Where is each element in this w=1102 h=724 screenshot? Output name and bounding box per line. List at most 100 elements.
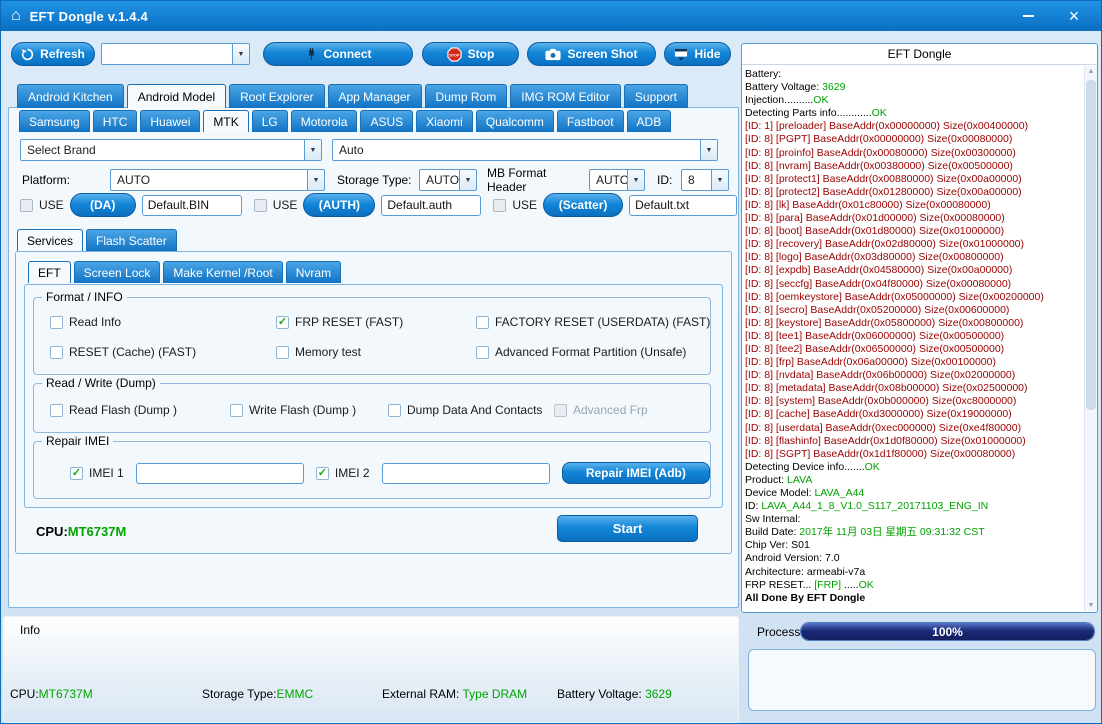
checkbox-item-write-flash-dump[interactable]: Write Flash (Dump ) [230, 403, 388, 417]
checkbox-read-info[interactable] [50, 316, 63, 329]
mb-format-header-select[interactable]: AUTO ▼ [589, 169, 645, 191]
close-button[interactable]: × [1065, 7, 1083, 25]
checkbox-label: FRP RESET (FAST) [295, 315, 403, 329]
mb-format-header-select-value: AUTO [590, 170, 627, 190]
tab-motorola[interactable]: Motorola [291, 110, 358, 132]
imei2-input[interactable] [382, 463, 550, 484]
model-select[interactable]: Auto ▼ [332, 139, 718, 161]
checkbox-memory-test[interactable] [276, 346, 289, 359]
platform-select[interactable]: AUTO ▼ [110, 169, 325, 191]
checkbox-item-read-info[interactable]: Read Info [50, 315, 276, 329]
checkbox-item-frp-reset-fast[interactable]: ✓ FRP RESET (FAST) [276, 315, 476, 329]
use-da-checkbox[interactable] [20, 199, 33, 212]
checkbox-frp-reset-fast[interactable]: ✓ [276, 316, 289, 329]
chevron-down-icon[interactable]: ▼ [459, 170, 476, 190]
tab-lg[interactable]: LG [252, 110, 288, 132]
chevron-down-icon[interactable]: ▼ [307, 170, 324, 190]
tab-android-model[interactable]: Android Model [127, 84, 226, 108]
scatter-file-input[interactable] [629, 195, 737, 216]
auth-file-input[interactable] [381, 195, 481, 216]
tab-flash-scatter[interactable]: Flash Scatter [86, 229, 177, 251]
use-da-checkbox-cell[interactable]: USE [20, 198, 64, 212]
tab-asus[interactable]: ASUS [360, 110, 413, 132]
da-file-input[interactable] [142, 195, 242, 216]
log-scrollbar[interactable]: ▲ ▼ [1084, 66, 1097, 611]
tab-dump-rom[interactable]: Dump Rom [425, 84, 508, 108]
checkbox-item-dump-data-and-contacts[interactable]: Dump Data And Contacts [388, 403, 554, 417]
device-combo[interactable]: ▼ [101, 43, 250, 65]
tab-app-manager[interactable]: App Manager [328, 84, 422, 108]
scrollbar-thumb[interactable] [1086, 80, 1096, 410]
tab-nvram[interactable]: Nvram [286, 261, 341, 283]
stop-button[interactable]: STOP Stop [422, 42, 519, 66]
checkbox-dump-data-and-contacts[interactable] [388, 404, 401, 417]
hide-button[interactable]: Hide [664, 42, 731, 66]
tab-img-rom-editor[interactable]: IMG ROM Editor [510, 84, 621, 108]
checkbox-read-flash-dump[interactable] [50, 404, 63, 417]
minimize-button[interactable] [1019, 7, 1037, 25]
tab-fastboot[interactable]: Fastboot [557, 110, 624, 132]
tab-qualcomm[interactable]: Qualcomm [476, 110, 554, 132]
checkbox-item-read-flash-dump[interactable]: Read Flash (Dump ) [50, 403, 230, 417]
chevron-down-icon[interactable]: ▼ [304, 140, 321, 160]
refresh-button[interactable]: Refresh [11, 42, 95, 66]
tab-mtk[interactable]: MTK [203, 110, 248, 132]
log-line: [ID: 8] [nvdata] BaseAddr(0x06b00000) Si… [745, 369, 1084, 382]
svg-text:STOP: STOP [449, 53, 460, 57]
brand-select[interactable]: Select Brand ▼ [20, 139, 322, 161]
chevron-down-icon[interactable]: ▼ [627, 170, 644, 190]
use-auth-checkbox[interactable] [254, 199, 267, 212]
id-select[interactable]: 8 ▼ [681, 169, 729, 191]
connect-button[interactable]: Connect [263, 42, 413, 66]
imei2-checkbox[interactable]: ✓ [316, 467, 329, 480]
tab-huawei[interactable]: Huawei [140, 110, 200, 132]
checkbox-item-advanced-frp[interactable]: Advanced Frp [554, 403, 710, 417]
checkbox-item-memory-test[interactable]: Memory test [276, 345, 476, 359]
tab-make-kernel-root[interactable]: Make Kernel /Root [163, 261, 282, 283]
tab-xiaomi[interactable]: Xiaomi [416, 110, 473, 132]
imei1-checkbox-cell[interactable]: ✓ IMEI 1 [70, 466, 124, 480]
storage-type-select[interactable]: AUTO ▼ [419, 169, 477, 191]
tab-root-explorer[interactable]: Root Explorer [229, 84, 324, 108]
scatter-button[interactable]: (Scatter) [543, 193, 623, 217]
use-auth-checkbox-cell[interactable]: USE [254, 198, 298, 212]
info-ram: External RAM: Type DRAM [382, 687, 527, 701]
chevron-down-icon[interactable]: ▼ [232, 44, 249, 64]
tab-eft[interactable]: EFT [28, 261, 71, 283]
checkbox-item-reset-cache-fast[interactable]: RESET (Cache) (FAST) [50, 345, 276, 359]
plug-icon [305, 47, 318, 61]
tab-samsung[interactable]: Samsung [19, 110, 90, 132]
info-storage: Storage Type:EMMC [202, 687, 313, 701]
tab-support[interactable]: Support [624, 84, 688, 108]
checkbox-advanced-format-partition-unsafe[interactable] [476, 346, 489, 359]
brand-model-row: Select Brand ▼ Auto ▼ [20, 139, 718, 161]
log-line: Detecting Device info.......OK [745, 461, 1084, 474]
tab-htc[interactable]: HTC [93, 110, 138, 132]
screenshot-button[interactable]: Screen Shot [527, 42, 656, 66]
tab-screen-lock[interactable]: Screen Lock [74, 261, 161, 283]
checkbox-advanced-frp[interactable] [554, 404, 567, 417]
scroll-up-icon[interactable]: ▲ [1085, 68, 1097, 75]
imei2-label: IMEI 2 [335, 466, 370, 480]
da-button[interactable]: (DA) [70, 193, 136, 217]
chevron-down-icon[interactable]: ▼ [711, 170, 728, 190]
checkbox-write-flash-dump[interactable] [230, 404, 243, 417]
repair-imei-adb-button[interactable]: Repair IMEI (Adb) [562, 462, 710, 484]
checkbox-reset-cache-fast[interactable] [50, 346, 63, 359]
use-scatter-checkbox[interactable] [493, 199, 506, 212]
auth-button[interactable]: (AUTH) [303, 193, 375, 217]
use-scatter-checkbox-cell[interactable]: USE [493, 198, 537, 212]
start-button[interactable]: Start [557, 515, 698, 542]
stop-sign-icon: STOP [447, 47, 462, 62]
tab-android-kitchen[interactable]: Android Kitchen [17, 84, 124, 108]
checkbox-item-advanced-format-partition-unsafe[interactable]: Advanced Format Partition (Unsafe) [476, 345, 710, 359]
checkbox-item-factory-reset-userdata-fast[interactable]: FACTORY RESET (USERDATA) (FAST) [476, 315, 710, 329]
checkbox-factory-reset-userdata-fast[interactable] [476, 316, 489, 329]
scroll-down-icon[interactable]: ▼ [1085, 602, 1097, 609]
imei1-checkbox[interactable]: ✓ [70, 467, 83, 480]
imei2-checkbox-cell[interactable]: ✓ IMEI 2 [316, 466, 370, 480]
tab-services[interactable]: Services [17, 229, 83, 251]
chevron-down-icon[interactable]: ▼ [700, 140, 717, 160]
imei1-input[interactable] [136, 463, 304, 484]
tab-adb[interactable]: ADB [627, 110, 672, 132]
